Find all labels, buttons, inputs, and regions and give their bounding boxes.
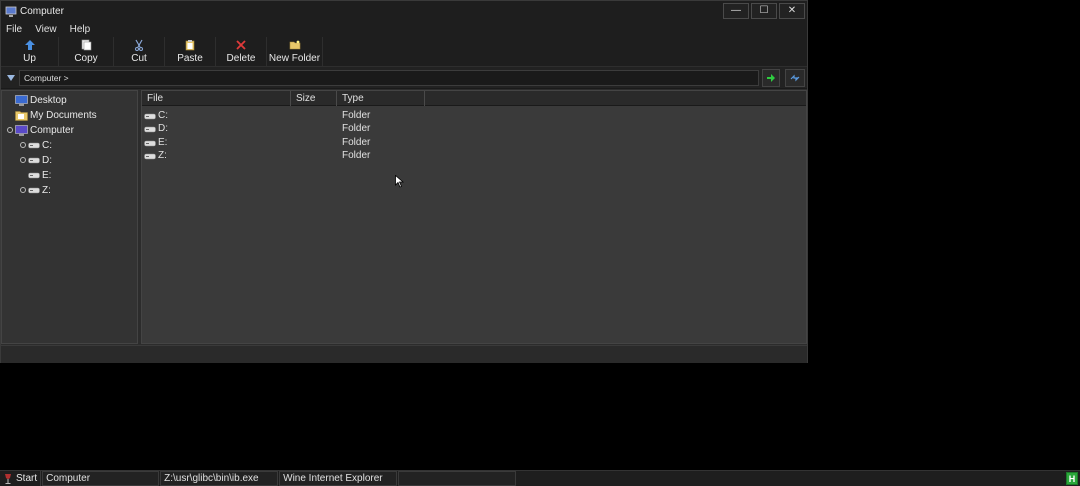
file-type: Folder	[342, 137, 371, 148]
drive-icon	[144, 113, 156, 119]
list-item[interactable]: C: Folder	[144, 109, 370, 122]
tree-item-e[interactable]: E:	[28, 168, 51, 182]
expand-toggle[interactable]	[20, 187, 26, 193]
menu-view[interactable]: View	[34, 24, 58, 35]
content-area: Desktop My Documents Computer C: D: E: Z…	[1, 90, 807, 344]
list-item[interactable]: E: Folder	[144, 136, 370, 149]
start-label: Start	[16, 473, 38, 484]
file-type: Folder	[342, 123, 371, 134]
wine-glass-icon	[5, 473, 11, 484]
up-arrow-icon	[23, 39, 37, 51]
column-header-file[interactable]: File	[142, 91, 291, 106]
file-name: E:	[158, 137, 168, 148]
go-button[interactable]	[762, 69, 780, 87]
tree-label: C:	[42, 139, 52, 151]
menu-bar: File View Help	[1, 22, 807, 37]
window-title: Computer	[20, 6, 64, 17]
tree-item-computer[interactable]: Computer	[15, 123, 74, 137]
tree-label: Desktop	[30, 94, 67, 106]
tree-item-z[interactable]: Z:	[28, 183, 51, 197]
new-folder-label: New Folder	[268, 53, 321, 64]
file-list[interactable]: File Size Type C: Folder D: Folder E: Fo…	[141, 90, 807, 344]
task-empty[interactable]	[398, 471, 517, 486]
delete-x-icon	[234, 39, 248, 51]
up-button[interactable]: Up	[1, 37, 59, 67]
title-bar[interactable]: Computer — ☐ ✕	[1, 1, 807, 22]
file-name: D:	[158, 123, 168, 134]
status-bar	[1, 345, 807, 363]
drive-icon	[28, 187, 40, 194]
address-input[interactable]: Computer >	[19, 70, 759, 86]
task-ib-exe[interactable]: Z:\usr\glibc\bin\ib.exe	[160, 471, 279, 486]
paste-label: Paste	[177, 53, 203, 64]
tree-item-c[interactable]: C:	[28, 138, 52, 152]
file-type: Folder	[342, 150, 371, 161]
refresh-icon	[790, 74, 800, 82]
list-item[interactable]: D: Folder	[144, 122, 370, 135]
chevron-down-icon[interactable]	[5, 71, 17, 85]
file-name: Z:	[158, 150, 167, 161]
close-button[interactable]: ✕	[779, 3, 805, 19]
minimize-button[interactable]: —	[723, 3, 749, 19]
list-item[interactable]: Z: Folder	[144, 149, 370, 162]
column-header-type[interactable]: Type	[337, 91, 425, 106]
tree-item-my-documents[interactable]: My Documents	[15, 108, 97, 122]
file-type: Folder	[342, 110, 371, 121]
tree-item-desktop[interactable]: Desktop	[15, 93, 67, 107]
cut-button[interactable]: Cut	[114, 37, 165, 67]
tree-label: E:	[42, 169, 52, 181]
drive-icon	[28, 172, 40, 179]
maximize-button[interactable]: ☐	[751, 3, 777, 19]
cut-label: Cut	[131, 53, 147, 64]
computer-icon	[5, 6, 17, 17]
start-button[interactable]: Start	[0, 471, 42, 486]
go-arrow-icon	[767, 74, 775, 82]
tree-label: My Documents	[30, 109, 97, 121]
desktop-icon	[15, 94, 28, 106]
tree-label: Computer	[30, 124, 74, 136]
new-folder-button[interactable]: New Folder	[267, 37, 323, 67]
expand-toggle[interactable]	[20, 142, 26, 148]
mouse-cursor-icon	[395, 175, 404, 188]
tray-h-icon[interactable]: H	[1066, 472, 1078, 485]
folder-tree[interactable]: Desktop My Documents Computer C: D: E: Z…	[1, 90, 138, 344]
drive-icon	[144, 153, 156, 159]
copy-label: Copy	[74, 53, 98, 64]
drive-icon	[144, 126, 156, 132]
drive-icon	[28, 142, 40, 149]
tree-item-d[interactable]: D:	[28, 153, 52, 167]
up-label: Up	[23, 53, 36, 64]
delete-button[interactable]: Delete	[216, 37, 267, 67]
new-folder-icon	[288, 39, 302, 51]
task-computer[interactable]: Computer	[42, 471, 160, 486]
delete-label: Delete	[226, 53, 256, 64]
column-header-empty	[425, 91, 806, 106]
folder-icon	[15, 110, 28, 121]
list-header: File Size Type	[142, 91, 806, 106]
copy-button[interactable]: Copy	[59, 37, 114, 67]
file-name: C:	[158, 110, 168, 121]
tree-label: D:	[42, 154, 52, 166]
menu-help[interactable]: Help	[69, 24, 92, 35]
refresh-button[interactable]	[785, 69, 805, 87]
taskbar: Start Computer Z:\usr\glibc\bin\ib.exe W…	[0, 470, 1080, 486]
drive-icon	[28, 157, 40, 164]
copy-icon	[79, 39, 93, 51]
menu-file[interactable]: File	[5, 24, 23, 35]
scissors-icon	[132, 39, 146, 51]
expand-toggle[interactable]	[7, 127, 13, 133]
explorer-window: Computer — ☐ ✕ File View Help Up Copy Cu…	[0, 0, 808, 363]
task-wine-internet-explorer[interactable]: Wine Internet Explorer	[279, 471, 398, 486]
paste-button[interactable]: Paste	[165, 37, 216, 67]
clipboard-icon	[183, 39, 197, 51]
tree-label: Z:	[42, 184, 51, 196]
expand-toggle[interactable]	[20, 157, 26, 163]
address-bar: Computer >	[1, 67, 807, 89]
computer-icon	[15, 124, 28, 136]
toolbar: Up Copy Cut Paste Delete New Folder	[1, 37, 807, 67]
column-header-size[interactable]: Size	[291, 91, 337, 106]
drive-icon	[144, 140, 156, 146]
